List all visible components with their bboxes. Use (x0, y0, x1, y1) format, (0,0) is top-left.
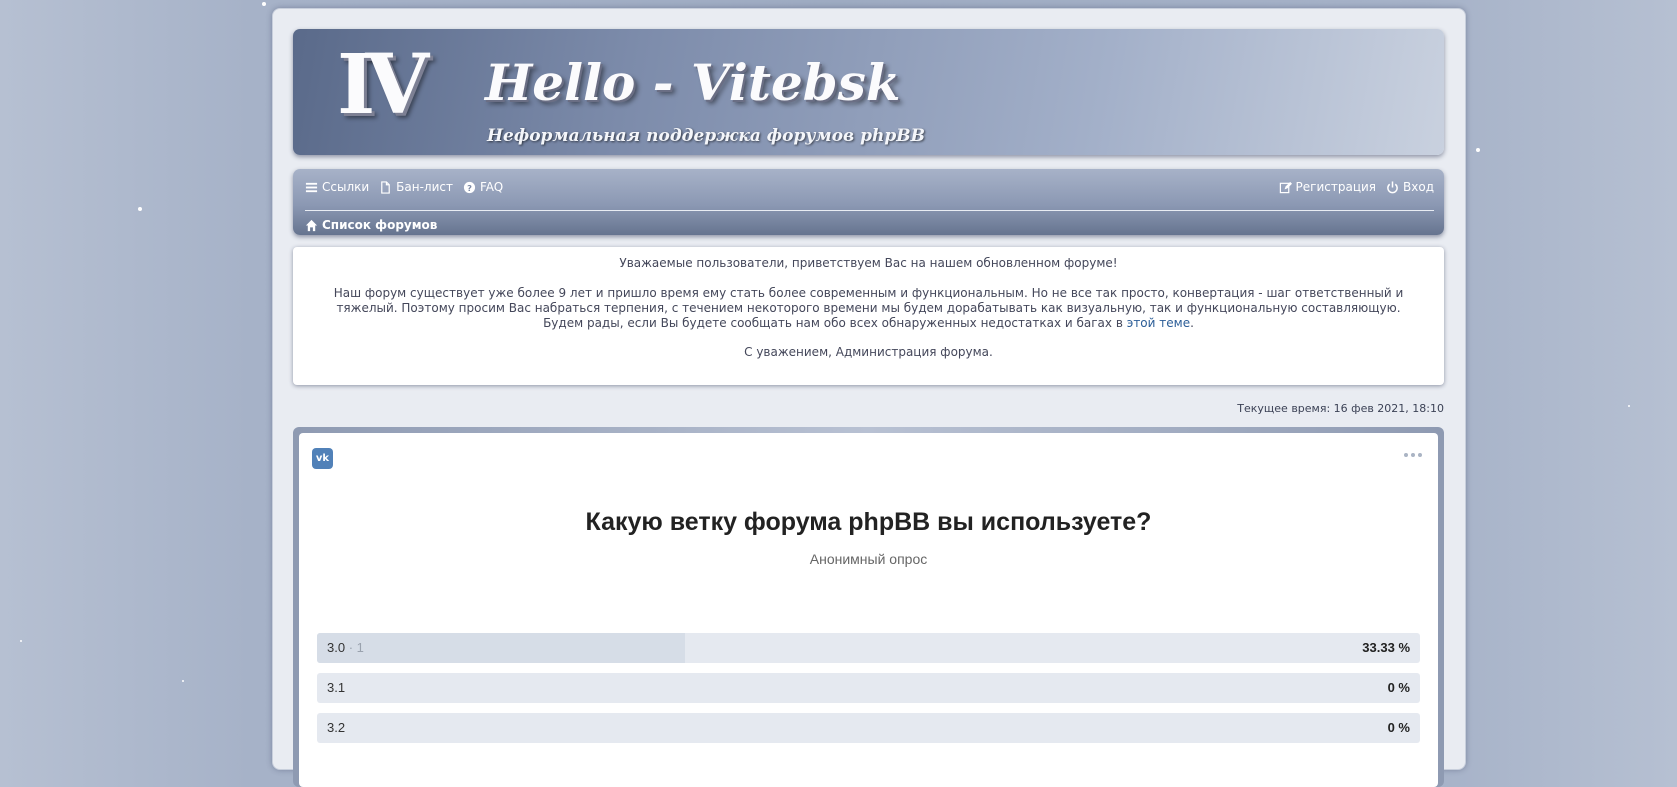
poll-frame: vk Какую ветку форума phpBB вы используе… (293, 427, 1444, 787)
snowflake (1628, 405, 1630, 407)
snowflake (182, 680, 184, 682)
poll-option-percent: 0 % (1387, 720, 1410, 735)
breadcrumb[interactable]: Список форумов (305, 218, 437, 232)
announcement-box: Уважаемые пользователи, приветствуем Вас… (293, 247, 1444, 385)
snowflake (20, 640, 22, 642)
poll-option[interactable]: 3.0 · 1 33.33 % (317, 633, 1420, 663)
navbar: Ссылки Бан-лист ? FAQ Регистрация Вход С… (293, 169, 1444, 235)
page-wrapper: IV Hello - Vitebsk Неформальная поддержк… (272, 8, 1466, 787)
home-icon (305, 219, 318, 231)
poll-option-label: 3.0 (327, 640, 346, 655)
power-icon (1387, 180, 1398, 193)
site-description: Неформальная поддержка форумов phpBB (487, 126, 925, 146)
poll-option-percent: 33.33 % (1362, 640, 1410, 655)
edit-icon (1279, 181, 1292, 193)
announcement-signature: С уважением, Администрация форума. (744, 345, 993, 359)
quick-links-label: Ссылки (322, 180, 370, 194)
poll-option-fill (317, 633, 685, 663)
poll-subtitle: Анонимный опрос (809, 551, 928, 567)
site-logo[interactable]: IV (337, 44, 455, 126)
quick-links-menu[interactable]: Ссылки (305, 180, 369, 194)
snowflake (138, 207, 142, 211)
announcement-body: Наш форум существует уже более 9 лет и п… (333, 286, 1404, 330)
current-time: Текущее время: 16 фев 2021, 18:10 (1237, 402, 1444, 415)
banlist-label: Бан-лист (396, 180, 453, 194)
faq-link[interactable]: ? FAQ (463, 180, 503, 194)
poll-option[interactable]: 3.2 0 % (317, 713, 1420, 743)
login-link[interactable]: Вход (1386, 180, 1434, 194)
poll-option[interactable]: 3.1 0 % (317, 673, 1420, 703)
question-icon: ? (463, 181, 476, 193)
poll-option-count: · 1 (348, 640, 364, 655)
snowflake (1476, 148, 1480, 152)
faq-label: FAQ (480, 180, 504, 194)
register-link[interactable]: Регистрация (1279, 180, 1376, 194)
announcement-topic-link[interactable]: этой теме (1127, 316, 1190, 330)
announcement-greeting: Уважаемые пользователи, приветствуем Вас… (619, 256, 1118, 270)
nav-divider (305, 210, 1434, 211)
svg-text:?: ? (467, 182, 472, 192)
login-label: Вход (1403, 180, 1434, 194)
register-label: Регистрация (1295, 180, 1377, 194)
vk-logo-icon[interactable]: vk (312, 448, 333, 469)
more-options-icon[interactable] (1404, 453, 1422, 457)
poll-option-percent: 0 % (1387, 680, 1410, 695)
snowflake (262, 2, 266, 6)
poll-question: Какую ветку форума phpBB вы используете? (585, 508, 1152, 536)
site-title[interactable]: Hello - Vitebsk (485, 53, 901, 112)
vk-poll-widget: vk Какую ветку форума phpBB вы используе… (299, 433, 1438, 787)
banlist-link[interactable]: Бан-лист (379, 180, 453, 194)
poll-option-label: 3.1 (327, 680, 346, 695)
breadcrumb-forum-index: Список форумов (322, 218, 438, 232)
document-icon (381, 180, 390, 194)
announcement-text: Наш форум существует уже более 9 лет и п… (333, 286, 1404, 330)
site-header: IV Hello - Vitebsk Неформальная поддержк… (293, 29, 1444, 155)
poll-option-label: 3.2 (327, 720, 346, 735)
menu-icon (305, 182, 318, 192)
